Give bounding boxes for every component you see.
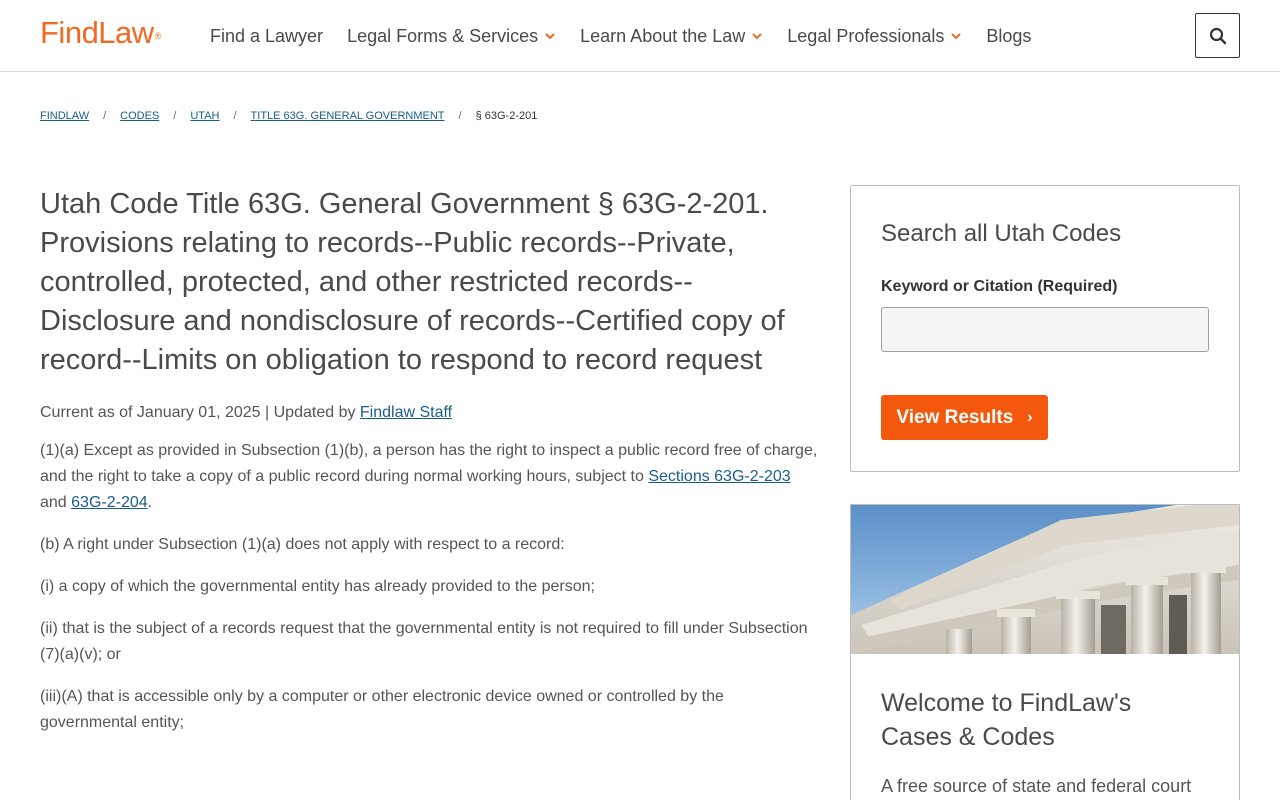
chevron-right-icon: ›	[1027, 408, 1033, 426]
nav-label: Blogs	[986, 25, 1032, 46]
logo-text: FindLaw	[40, 15, 154, 50]
63g-2-204-link[interactable]: 63G-2-204	[71, 494, 148, 511]
nav-label: Legal Forms & Services	[347, 25, 539, 46]
nav-legal-forms-services[interactable]: Legal Forms & Services	[347, 24, 556, 48]
paragraph-1: (1)(a) Except as provided in Subsection …	[40, 438, 820, 516]
nav-learn-about-the-law[interactable]: Learn About the Law	[580, 24, 763, 48]
nav-label: Learn About the Law	[580, 25, 746, 46]
breadcrumb-findlaw[interactable]: FINDLAW	[40, 110, 89, 122]
view-results-button[interactable]: View Results ›	[881, 395, 1048, 440]
nav-legal-professionals[interactable]: Legal Professionals	[787, 24, 962, 48]
article-meta: Current as of January 01, 2025 | Updated…	[40, 404, 820, 422]
para-text: and	[40, 494, 72, 511]
breadcrumb-separator: /	[103, 110, 107, 122]
para-text: .	[147, 494, 153, 511]
breadcrumb: FINDLAW / CODES / UTAH / TITLE 63G. GENE…	[40, 110, 537, 122]
site-header: FindLaw® Find a Lawyer Legal Forms & Ser…	[0, 0, 1280, 72]
cases-codes-promo: Welcome to FindLaw's Cases & Codes A fre…	[850, 504, 1240, 800]
article-content: Utah Code Title 63G. General Government …	[40, 185, 820, 736]
keyword-citation-input[interactable]	[881, 307, 1209, 352]
chevron-down-icon	[951, 33, 962, 40]
keyword-field-label: Keyword or Citation (Required)	[881, 278, 1118, 295]
breadcrumb-title-63g[interactable]: TITLE 63G. GENERAL GOVERNMENT	[251, 110, 445, 122]
chevron-down-icon	[545, 33, 555, 40]
nav-label: Find a Lawyer	[210, 25, 324, 46]
breadcrumb-utah[interactable]: UTAH	[190, 110, 219, 122]
breadcrumb-codes[interactable]: CODES	[120, 110, 159, 122]
courthouse-illustration	[851, 505, 1239, 654]
promo-title: Welcome to FindLaw's Cases & Codes	[881, 689, 1132, 751]
nav-find-a-lawyer[interactable]: Find a Lawyer	[210, 24, 323, 48]
main-nav: Find a Lawyer Legal Forms & Services Lea…	[210, 24, 1055, 48]
author-link[interactable]: Findlaw Staff	[360, 404, 452, 421]
search-panel-title: Search all Utah Codes	[881, 220, 1122, 247]
meta-date: Current as of January 01, 2025 | Updated…	[40, 404, 360, 421]
paragraph-2: (b) A right under Subsection (1)(a) does…	[40, 536, 565, 553]
codes-search-panel: Search all Utah Codes Keyword or Citatio…	[850, 185, 1240, 472]
breadcrumb-separator: /	[233, 110, 237, 122]
promo-body: Welcome to FindLaw's Cases & Codes A fre…	[851, 686, 1239, 799]
paragraph-5: (iii)(A) that is accessible only by a co…	[40, 688, 724, 731]
search-icon	[1209, 27, 1226, 44]
paragraph-4: (ii) that is the subject of a records re…	[40, 620, 808, 663]
nav-blogs[interactable]: Blogs	[986, 24, 1031, 48]
courthouse-image	[851, 505, 1239, 654]
chevron-down-icon	[752, 33, 762, 40]
findlaw-logo[interactable]: FindLaw®	[40, 15, 161, 51]
breadcrumb-current: § 63G-2-201	[475, 110, 538, 122]
breadcrumb-separator: /	[458, 110, 462, 122]
logo-registered-mark: ®	[154, 31, 162, 41]
paragraph-3: (i) a copy of which the governmental ent…	[40, 578, 595, 595]
sections-63g-2-203-link[interactable]: Sections 63G-2-203	[648, 468, 790, 485]
nav-label: Legal Professionals	[787, 25, 945, 46]
button-label: View Results	[896, 406, 1014, 428]
page-title: Utah Code Title 63G. General Government …	[40, 188, 785, 376]
promo-text: A free source of state and federal court	[881, 776, 1192, 796]
header-search-button[interactable]	[1195, 13, 1240, 58]
breadcrumb-separator: /	[173, 110, 177, 122]
